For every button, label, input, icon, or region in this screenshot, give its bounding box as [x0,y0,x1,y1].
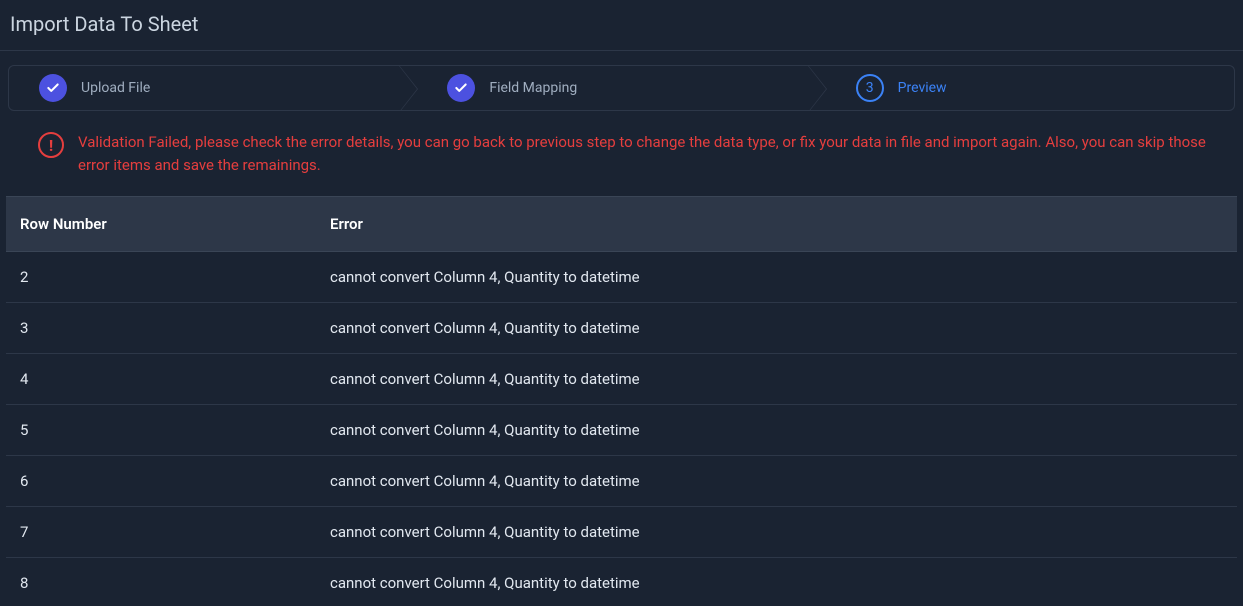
cell-error: cannot convert Column 4, Quantity to dat… [316,302,1237,353]
cell-row-number: 2 [6,251,316,302]
step-upload-file[interactable]: Upload File [9,66,417,110]
error-table: Row Number Error 2cannot convert Column … [6,196,1237,606]
table-row: 7cannot convert Column 4, Quantity to da… [6,506,1237,557]
page-title: Import Data To Sheet [0,0,1243,51]
step-label: Upload File [81,80,150,96]
step-preview[interactable]: 3 Preview [826,66,1234,110]
table-row: 3cannot convert Column 4, Quantity to da… [6,302,1237,353]
cell-row-number: 3 [6,302,316,353]
column-header-row-number: Row Number [6,196,316,251]
table-row: 4cannot convert Column 4, Quantity to da… [6,353,1237,404]
cell-row-number: 5 [6,404,316,455]
cell-error: cannot convert Column 4, Quantity to dat… [316,353,1237,404]
check-icon [39,74,67,102]
step-label: Preview [898,80,947,96]
error-table-wrap[interactable]: Row Number Error 2cannot convert Column … [6,196,1237,606]
table-row: 2cannot convert Column 4, Quantity to da… [6,251,1237,302]
cell-error: cannot convert Column 4, Quantity to dat… [316,557,1237,606]
step-number-badge: 3 [856,74,884,102]
table-row: 8cannot convert Column 4, Quantity to da… [6,557,1237,606]
table-row: 6cannot convert Column 4, Quantity to da… [6,455,1237,506]
cell-error: cannot convert Column 4, Quantity to dat… [316,251,1237,302]
alert-message: Validation Failed, please check the erro… [78,131,1233,178]
cell-error: cannot convert Column 4, Quantity to dat… [316,455,1237,506]
stepper: Upload File Field Mapping 3 Preview [8,65,1235,111]
step-field-mapping[interactable]: Field Mapping [417,66,825,110]
cell-error: cannot convert Column 4, Quantity to dat… [316,506,1237,557]
cell-row-number: 8 [6,557,316,606]
validation-alert: ! Validation Failed, please check the er… [0,111,1243,186]
check-icon [447,74,475,102]
cell-row-number: 6 [6,455,316,506]
cell-row-number: 7 [6,506,316,557]
table-row: 5cannot convert Column 4, Quantity to da… [6,404,1237,455]
cell-error: cannot convert Column 4, Quantity to dat… [316,404,1237,455]
column-header-error: Error [316,196,1237,251]
cell-row-number: 4 [6,353,316,404]
step-label: Field Mapping [489,80,577,96]
error-icon: ! [38,132,64,158]
